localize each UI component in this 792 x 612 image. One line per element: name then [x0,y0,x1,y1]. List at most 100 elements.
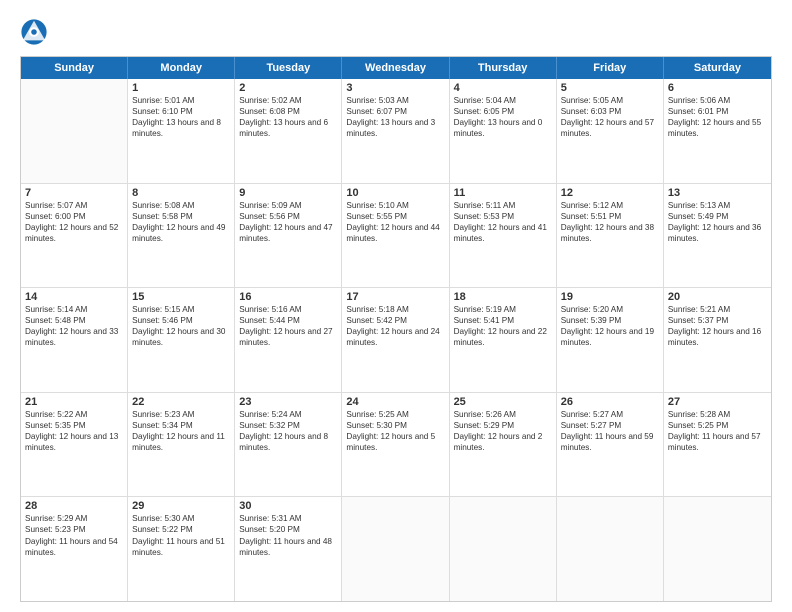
day-cell-10: 10Sunrise: 5:10 AMSunset: 5:55 PMDayligh… [342,184,449,288]
day-number: 5 [561,82,659,94]
day-number: 13 [668,187,767,199]
header [20,18,772,46]
cell-info: Sunrise: 5:10 AMSunset: 5:55 PMDaylight:… [346,200,444,244]
day-number: 12 [561,187,659,199]
cell-info: Sunrise: 5:31 AMSunset: 5:20 PMDaylight:… [239,513,337,557]
day-number: 26 [561,396,659,408]
cell-info: Sunrise: 5:12 AMSunset: 5:51 PMDaylight:… [561,200,659,244]
day-number: 16 [239,291,337,303]
day-cell-8: 8Sunrise: 5:08 AMSunset: 5:58 PMDaylight… [128,184,235,288]
calendar-row-2: 7Sunrise: 5:07 AMSunset: 6:00 PMDaylight… [21,184,771,289]
day-cell-15: 15Sunrise: 5:15 AMSunset: 5:46 PMDayligh… [128,288,235,392]
day-number: 8 [132,187,230,199]
calendar: SundayMondayTuesdayWednesdayThursdayFrid… [20,56,772,602]
day-cell-7: 7Sunrise: 5:07 AMSunset: 6:00 PMDaylight… [21,184,128,288]
day-cell-22: 22Sunrise: 5:23 AMSunset: 5:34 PMDayligh… [128,393,235,497]
day-number: 25 [454,396,552,408]
empty-cell-r0c0 [21,79,128,183]
day-cell-5: 5Sunrise: 5:05 AMSunset: 6:03 PMDaylight… [557,79,664,183]
cell-info: Sunrise: 5:26 AMSunset: 5:29 PMDaylight:… [454,409,552,453]
cell-info: Sunrise: 5:07 AMSunset: 6:00 PMDaylight:… [25,200,123,244]
day-number: 7 [25,187,123,199]
day-number: 17 [346,291,444,303]
day-cell-9: 9Sunrise: 5:09 AMSunset: 5:56 PMDaylight… [235,184,342,288]
cell-info: Sunrise: 5:27 AMSunset: 5:27 PMDaylight:… [561,409,659,453]
day-cell-29: 29Sunrise: 5:30 AMSunset: 5:22 PMDayligh… [128,497,235,601]
cell-info: Sunrise: 5:16 AMSunset: 5:44 PMDaylight:… [239,304,337,348]
day-cell-12: 12Sunrise: 5:12 AMSunset: 5:51 PMDayligh… [557,184,664,288]
cell-info: Sunrise: 5:22 AMSunset: 5:35 PMDaylight:… [25,409,123,453]
day-number: 4 [454,82,552,94]
day-cell-26: 26Sunrise: 5:27 AMSunset: 5:27 PMDayligh… [557,393,664,497]
day-cell-1: 1Sunrise: 5:01 AMSunset: 6:10 PMDaylight… [128,79,235,183]
weekday-header-thursday: Thursday [450,57,557,79]
day-number: 21 [25,396,123,408]
day-number: 18 [454,291,552,303]
cell-info: Sunrise: 5:21 AMSunset: 5:37 PMDaylight:… [668,304,767,348]
empty-cell-r4c6 [664,497,771,601]
day-cell-16: 16Sunrise: 5:16 AMSunset: 5:44 PMDayligh… [235,288,342,392]
weekday-header-sunday: Sunday [21,57,128,79]
cell-info: Sunrise: 5:20 AMSunset: 5:39 PMDaylight:… [561,304,659,348]
cell-info: Sunrise: 5:18 AMSunset: 5:42 PMDaylight:… [346,304,444,348]
cell-info: Sunrise: 5:15 AMSunset: 5:46 PMDaylight:… [132,304,230,348]
day-cell-27: 27Sunrise: 5:28 AMSunset: 5:25 PMDayligh… [664,393,771,497]
day-cell-30: 30Sunrise: 5:31 AMSunset: 5:20 PMDayligh… [235,497,342,601]
calendar-row-1: 1Sunrise: 5:01 AMSunset: 6:10 PMDaylight… [21,79,771,184]
weekday-header-tuesday: Tuesday [235,57,342,79]
cell-info: Sunrise: 5:19 AMSunset: 5:41 PMDaylight:… [454,304,552,348]
day-cell-19: 19Sunrise: 5:20 AMSunset: 5:39 PMDayligh… [557,288,664,392]
cell-info: Sunrise: 5:24 AMSunset: 5:32 PMDaylight:… [239,409,337,453]
cell-info: Sunrise: 5:11 AMSunset: 5:53 PMDaylight:… [454,200,552,244]
empty-cell-r4c5 [557,497,664,601]
weekday-header-monday: Monday [128,57,235,79]
cell-info: Sunrise: 5:08 AMSunset: 5:58 PMDaylight:… [132,200,230,244]
cell-info: Sunrise: 5:03 AMSunset: 6:07 PMDaylight:… [346,95,444,139]
logo [20,18,52,46]
day-cell-24: 24Sunrise: 5:25 AMSunset: 5:30 PMDayligh… [342,393,449,497]
weekday-header-wednesday: Wednesday [342,57,449,79]
calendar-header: SundayMondayTuesdayWednesdayThursdayFrid… [21,57,771,79]
page: SundayMondayTuesdayWednesdayThursdayFrid… [0,0,792,612]
empty-cell-r4c3 [342,497,449,601]
calendar-row-5: 28Sunrise: 5:29 AMSunset: 5:23 PMDayligh… [21,497,771,601]
day-cell-20: 20Sunrise: 5:21 AMSunset: 5:37 PMDayligh… [664,288,771,392]
calendar-body: 1Sunrise: 5:01 AMSunset: 6:10 PMDaylight… [21,79,771,601]
cell-info: Sunrise: 5:01 AMSunset: 6:10 PMDaylight:… [132,95,230,139]
cell-info: Sunrise: 5:04 AMSunset: 6:05 PMDaylight:… [454,95,552,139]
day-cell-11: 11Sunrise: 5:11 AMSunset: 5:53 PMDayligh… [450,184,557,288]
day-number: 6 [668,82,767,94]
day-number: 23 [239,396,337,408]
weekday-header-friday: Friday [557,57,664,79]
day-cell-17: 17Sunrise: 5:18 AMSunset: 5:42 PMDayligh… [342,288,449,392]
day-number: 28 [25,500,123,512]
cell-info: Sunrise: 5:09 AMSunset: 5:56 PMDaylight:… [239,200,337,244]
day-cell-21: 21Sunrise: 5:22 AMSunset: 5:35 PMDayligh… [21,393,128,497]
day-cell-6: 6Sunrise: 5:06 AMSunset: 6:01 PMDaylight… [664,79,771,183]
cell-info: Sunrise: 5:06 AMSunset: 6:01 PMDaylight:… [668,95,767,139]
day-cell-3: 3Sunrise: 5:03 AMSunset: 6:07 PMDaylight… [342,79,449,183]
day-number: 14 [25,291,123,303]
day-number: 22 [132,396,230,408]
cell-info: Sunrise: 5:02 AMSunset: 6:08 PMDaylight:… [239,95,337,139]
day-number: 30 [239,500,337,512]
day-cell-25: 25Sunrise: 5:26 AMSunset: 5:29 PMDayligh… [450,393,557,497]
day-number: 10 [346,187,444,199]
cell-info: Sunrise: 5:14 AMSunset: 5:48 PMDaylight:… [25,304,123,348]
day-number: 2 [239,82,337,94]
day-number: 1 [132,82,230,94]
day-cell-13: 13Sunrise: 5:13 AMSunset: 5:49 PMDayligh… [664,184,771,288]
day-number: 29 [132,500,230,512]
cell-info: Sunrise: 5:29 AMSunset: 5:23 PMDaylight:… [25,513,123,557]
day-cell-14: 14Sunrise: 5:14 AMSunset: 5:48 PMDayligh… [21,288,128,392]
day-cell-2: 2Sunrise: 5:02 AMSunset: 6:08 PMDaylight… [235,79,342,183]
day-cell-23: 23Sunrise: 5:24 AMSunset: 5:32 PMDayligh… [235,393,342,497]
cell-info: Sunrise: 5:23 AMSunset: 5:34 PMDaylight:… [132,409,230,453]
logo-icon [20,18,48,46]
cell-info: Sunrise: 5:13 AMSunset: 5:49 PMDaylight:… [668,200,767,244]
calendar-row-4: 21Sunrise: 5:22 AMSunset: 5:35 PMDayligh… [21,393,771,498]
cell-info: Sunrise: 5:28 AMSunset: 5:25 PMDaylight:… [668,409,767,453]
day-number: 27 [668,396,767,408]
weekday-header-saturday: Saturday [664,57,771,79]
day-cell-4: 4Sunrise: 5:04 AMSunset: 6:05 PMDaylight… [450,79,557,183]
